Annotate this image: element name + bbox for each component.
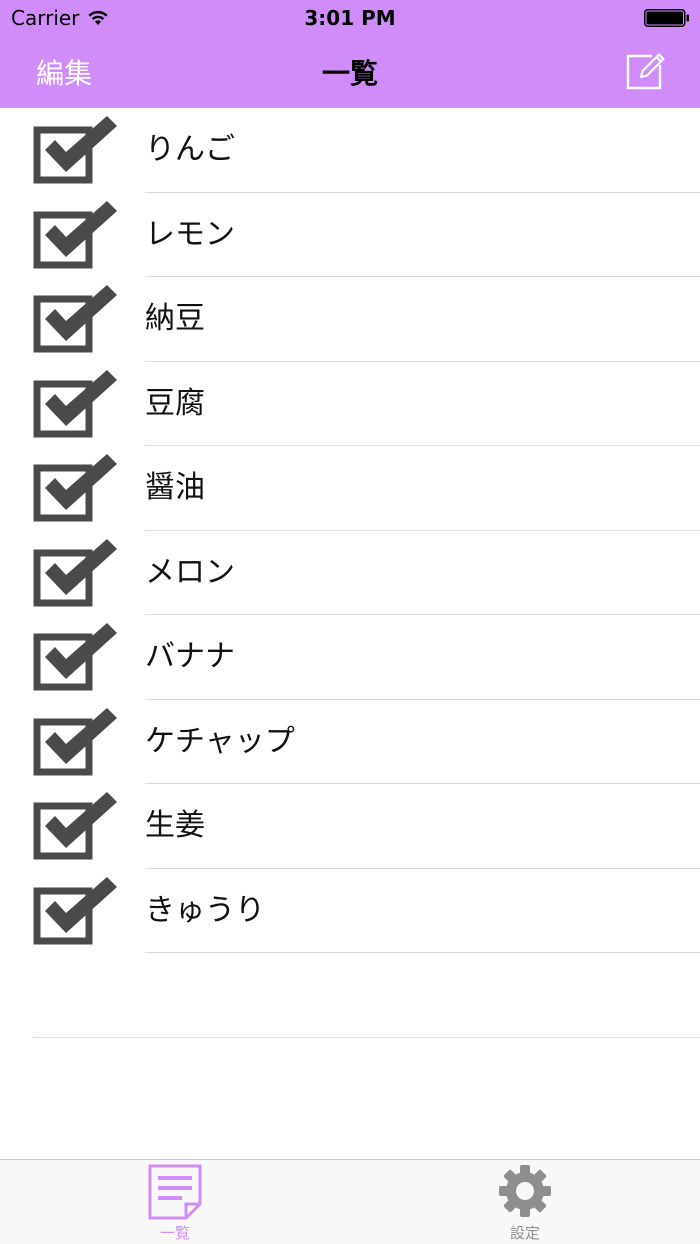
compose-icon[interactable] xyxy=(626,48,666,90)
list-item[interactable]: 生姜 xyxy=(0,784,700,869)
list-item-label: レモン xyxy=(145,216,235,252)
list-item[interactable]: 納豆 xyxy=(0,277,700,362)
empty-row xyxy=(0,953,700,1038)
list-item-label: 豆腐 xyxy=(145,385,205,421)
checkbox-checked-icon[interactable] xyxy=(33,707,119,778)
checkbox-checked-icon[interactable] xyxy=(33,876,119,947)
list-item[interactable]: 醤油 xyxy=(0,446,700,531)
list-item[interactable]: メロン xyxy=(0,531,700,615)
checkbox-checked-icon[interactable] xyxy=(33,623,119,693)
list-document-icon xyxy=(148,1164,202,1220)
page-title: 一覧 xyxy=(321,57,378,90)
list-item[interactable]: バナナ xyxy=(0,615,700,700)
navigation-bar: 編集 一覧 xyxy=(0,36,700,108)
list-item[interactable]: レモン xyxy=(0,193,700,277)
checkbox-checked-icon[interactable] xyxy=(33,792,119,862)
list-item[interactable]: りんご xyxy=(0,108,700,193)
battery-icon xyxy=(644,9,689,27)
list-item-label: きゅうり xyxy=(145,892,265,928)
tab-list-label: 一覧 xyxy=(159,1224,190,1242)
list-item-label: 生姜 xyxy=(145,808,205,843)
list-item-label: 納豆 xyxy=(145,301,205,336)
list-item-label: メロン xyxy=(145,554,235,590)
checkbox-checked-icon[interactable] xyxy=(33,454,119,524)
list-item[interactable]: きゅうり xyxy=(0,869,700,953)
list-item-label: ケチャップ xyxy=(145,723,295,759)
shopping-list: りんごレモン納豆豆腐醤油メロンバナナケチャップ生姜きゅうり xyxy=(0,108,700,1038)
top-bar: Carrier 3:01 PM 編集 一覧 xyxy=(0,0,700,108)
tab-settings-label: 設定 xyxy=(509,1224,540,1242)
list-item-label: 醤油 xyxy=(145,470,205,505)
gear-icon xyxy=(499,1165,551,1217)
tab-list[interactable]: 一覧 xyxy=(0,1160,350,1244)
list-item[interactable]: 豆腐 xyxy=(0,362,700,446)
list-item[interactable]: ケチャップ xyxy=(0,700,700,784)
tab-bar: 一覧 設定 xyxy=(0,1159,700,1244)
tab-settings[interactable]: 設定 xyxy=(350,1160,700,1244)
checkbox-checked-icon[interactable] xyxy=(33,369,119,440)
list-item-label: りんご xyxy=(145,132,235,167)
checkbox-checked-icon[interactable] xyxy=(33,538,119,609)
list-item-label: バナナ xyxy=(145,639,235,674)
status-bar: Carrier 3:01 PM xyxy=(0,0,700,36)
checkbox-checked-icon[interactable] xyxy=(33,200,119,271)
checkbox-checked-icon[interactable] xyxy=(33,116,119,186)
checkbox-checked-icon[interactable] xyxy=(33,285,119,355)
row-separator xyxy=(33,1036,700,1038)
status-time: 3:01 PM xyxy=(304,6,396,30)
